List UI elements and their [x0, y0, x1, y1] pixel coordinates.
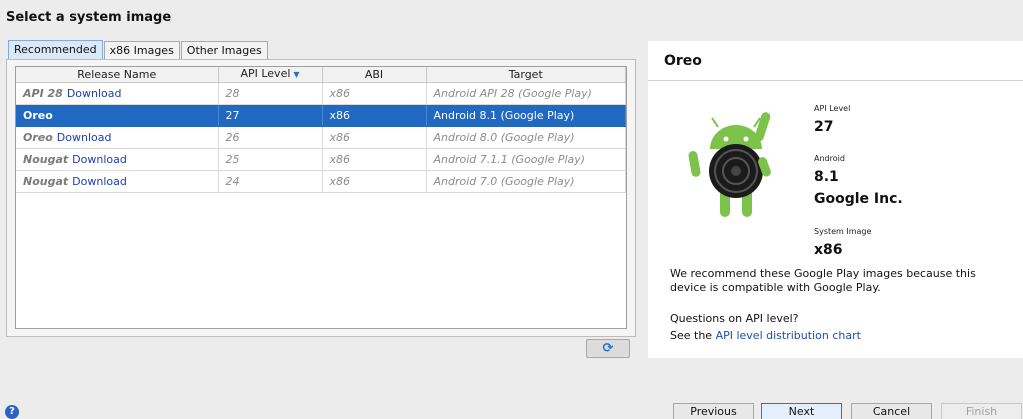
- api-questions-text: Questions on API level?: [670, 312, 799, 325]
- download-link[interactable]: Download: [72, 153, 127, 166]
- target-cell: Android 7.0 (Google Play): [426, 170, 626, 193]
- android-version-value: 8.1: [814, 169, 839, 185]
- previous-button[interactable]: Previous: [673, 403, 754, 419]
- finish-button[interactable]: Finish: [941, 403, 1022, 419]
- download-link[interactable]: Download: [57, 131, 112, 144]
- target-cell: Android API 28 (Google Play): [426, 82, 626, 105]
- sort-descending-icon: ▼: [293, 70, 300, 79]
- api-level-label: API Level: [814, 104, 851, 113]
- android-oreo-icon: [688, 112, 771, 217]
- abi-cell: x86: [322, 126, 427, 149]
- release-name-cell: Oreo: [16, 104, 219, 127]
- table-row[interactable]: Oreo Download 26 x86 Android 8.0 (Google …: [16, 126, 626, 149]
- table-row[interactable]: API 28 Download 28 x86 Android API 28 (Go…: [16, 82, 626, 105]
- system-image-label: System Image: [814, 227, 872, 236]
- abi-cell: x86: [322, 170, 427, 193]
- abi-cell: x86: [322, 82, 427, 105]
- release-name-cell: Nougat Download: [16, 170, 219, 193]
- refresh-button[interactable]: ⟳: [586, 339, 630, 358]
- table-row[interactable]: Nougat Download 25 x86 Android 7.1.1 (Goo…: [16, 148, 626, 171]
- api-level-cell: 27: [218, 104, 323, 127]
- download-link[interactable]: Download: [72, 175, 127, 188]
- target-cell: Android 8.0 (Google Play): [426, 126, 626, 149]
- system-image-table: Release Name API Level ▼ ABI Target API 2…: [15, 66, 627, 329]
- release-name-cell: Oreo Download: [16, 126, 219, 149]
- recommend-text: We recommend these Google Play images be…: [670, 267, 976, 294]
- see-chart-line: See the API level distribution chart: [670, 329, 861, 342]
- column-header-abi[interactable]: ABI: [322, 67, 427, 83]
- tab-x86-images[interactable]: x86 Images: [103, 41, 180, 60]
- release-name-cell: API 28 Download: [16, 82, 219, 105]
- tab-other-images[interactable]: Other Images: [180, 41, 268, 60]
- column-header-release-name[interactable]: Release Name: [16, 67, 219, 83]
- target-cell: Android 7.1.1 (Google Play): [426, 148, 626, 171]
- api-level-cell: 25: [218, 148, 323, 171]
- table-row[interactable]: Nougat Download 24 x86 Android 7.0 (Googl…: [16, 170, 626, 193]
- help-icon[interactable]: ?: [5, 405, 19, 419]
- api-distribution-chart-link[interactable]: API level distribution chart: [716, 329, 861, 342]
- api-level-value: 27: [814, 119, 834, 135]
- next-button[interactable]: Next: [761, 403, 842, 419]
- release-name-cell: Nougat Download: [16, 148, 219, 171]
- image-details-panel: Oreo API Level 27 Android 8.1 Google Inc…: [648, 41, 1023, 358]
- see-prefix-text: See the: [670, 329, 716, 342]
- cancel-button[interactable]: Cancel: [851, 403, 932, 419]
- download-link[interactable]: Download: [67, 87, 122, 100]
- table-row-selected[interactable]: Oreo 27 x86 Android 8.1 (Google Play): [16, 104, 626, 127]
- page-title: Select a system image: [6, 10, 172, 25]
- refresh-icon: ⟳: [602, 341, 614, 356]
- abi-cell: x86: [322, 148, 427, 171]
- details-title: Oreo: [648, 41, 1023, 81]
- abi-cell: x86: [322, 104, 427, 127]
- system-image-panel: Release Name API Level ▼ ABI Target API 2…: [6, 59, 636, 337]
- vendor-value: Google Inc.: [814, 191, 903, 207]
- tab-recommended[interactable]: Recommended: [8, 40, 103, 60]
- system-image-value: x86: [814, 242, 843, 258]
- column-header-target[interactable]: Target: [426, 67, 626, 83]
- target-cell: Android 8.1 (Google Play): [426, 104, 626, 127]
- tab-bar: Recommended x86 Images Other Images: [8, 40, 269, 60]
- api-level-cell: 24: [218, 170, 323, 193]
- column-header-api-level[interactable]: API Level ▼: [218, 67, 323, 83]
- api-level-cell: 28: [218, 82, 323, 105]
- android-label: Android: [814, 154, 845, 163]
- api-level-cell: 26: [218, 126, 323, 149]
